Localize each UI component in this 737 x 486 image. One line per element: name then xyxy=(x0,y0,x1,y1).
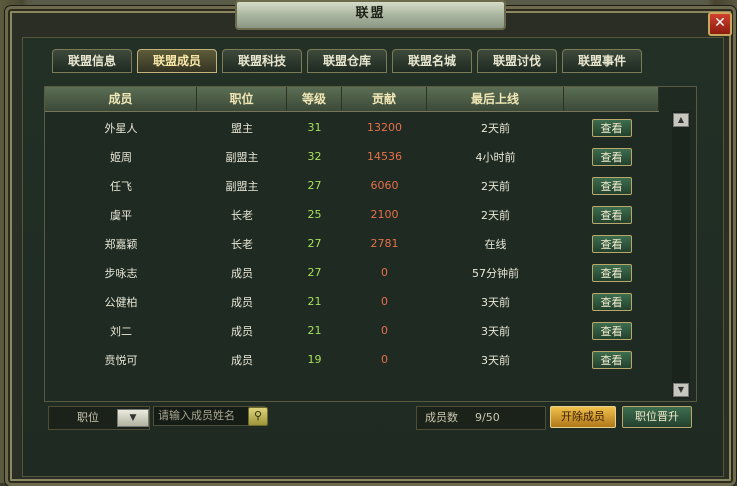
view-button[interactable]: 查看 xyxy=(591,292,632,311)
table-row: 外星人 盟主 31 13200 2天前 查看 xyxy=(45,113,675,142)
member-level: 27 xyxy=(307,179,322,192)
member-level: 19 xyxy=(307,353,322,366)
member-position: 副盟主 xyxy=(225,150,259,164)
scrollbar[interactable]: ▲ ▼ xyxy=(672,111,690,399)
member-name: 公健柏 xyxy=(104,295,138,309)
tab-alliance-members[interactable]: 联盟成员 xyxy=(137,49,217,73)
member-contribution: 14536 xyxy=(367,150,402,163)
member-name: 贲悦可 xyxy=(104,353,138,367)
header-member[interactable]: 成员 xyxy=(45,87,197,111)
member-last-online: 2天前 xyxy=(481,179,510,193)
member-level: 25 xyxy=(307,208,322,221)
member-level: 27 xyxy=(307,237,322,250)
position-filter: 职位 ▼ xyxy=(48,406,150,430)
view-button[interactable]: 查看 xyxy=(591,350,632,369)
member-contribution: 6060 xyxy=(370,179,399,192)
member-name: 外星人 xyxy=(104,121,138,135)
member-contribution: 0 xyxy=(381,353,388,366)
chevron-down-icon[interactable]: ▼ xyxy=(117,409,149,427)
tab-alliance-tech[interactable]: 联盟科技 xyxy=(222,49,302,73)
table-row: 郑嘉颖 长老 27 2781 在线 查看 xyxy=(45,229,675,258)
close-icon[interactable]: ✕ xyxy=(708,12,732,36)
member-last-online: 3天前 xyxy=(481,353,510,367)
view-button[interactable]: 查看 xyxy=(591,147,632,166)
member-last-online: 在线 xyxy=(484,237,507,251)
tab-alliance-warehouse[interactable]: 联盟仓库 xyxy=(307,49,387,73)
member-contribution: 0 xyxy=(381,295,388,308)
table-row: 公健柏 成员 21 0 3天前 查看 xyxy=(45,287,675,316)
member-last-online: 3天前 xyxy=(481,324,510,338)
table-row: 刘二 成员 21 0 3天前 查看 xyxy=(45,316,675,345)
member-position: 盟主 xyxy=(231,121,253,135)
view-button[interactable]: 查看 xyxy=(591,234,632,253)
tab-alliance-events[interactable]: 联盟事件 xyxy=(562,49,642,73)
tab-alliance-crusade[interactable]: 联盟讨伐 xyxy=(477,49,557,73)
member-last-online: 2天前 xyxy=(481,121,510,135)
member-position: 长老 xyxy=(231,237,253,251)
member-position: 副盟主 xyxy=(225,179,259,193)
member-count: 成员数 9/50 xyxy=(416,406,546,430)
scroll-up-arrow-icon[interactable]: ▲ xyxy=(673,113,689,127)
bottom-bar: 职位 ▼ ⚲ 成员数 9/50 开除成员 职位晋升 xyxy=(44,404,695,430)
table-row: 步咏志 成员 27 0 57分钟前 查看 xyxy=(45,258,675,287)
member-position: 成员 xyxy=(231,353,253,367)
member-level: 27 xyxy=(307,266,322,279)
member-last-online: 2天前 xyxy=(481,208,510,222)
member-contribution: 2100 xyxy=(370,208,399,221)
member-position: 成员 xyxy=(231,295,253,309)
view-button[interactable]: 查看 xyxy=(591,176,632,195)
kick-member-button[interactable]: 开除成员 xyxy=(550,406,616,428)
scroll-down-arrow-icon[interactable]: ▼ xyxy=(673,383,689,397)
member-contribution: 2781 xyxy=(370,237,399,250)
window-title: 联盟 xyxy=(235,0,506,30)
table-header: 成员 职位 等级 贡献 最后上线 xyxy=(45,87,659,112)
tab-alliance-cities[interactable]: 联盟名城 xyxy=(392,49,472,73)
member-level: 21 xyxy=(307,324,322,337)
header-position[interactable]: 职位 xyxy=(197,87,287,111)
member-name: 姬周 xyxy=(110,150,132,164)
member-count-value: 9/50 xyxy=(475,411,500,424)
member-position: 成员 xyxy=(231,266,253,280)
member-name: 虞平 xyxy=(110,208,132,222)
view-button[interactable]: 查看 xyxy=(591,118,632,137)
header-contribution[interactable]: 贡献 xyxy=(342,87,427,111)
member-level: 32 xyxy=(307,150,322,163)
position-filter-label: 职位 xyxy=(77,411,99,424)
table-body: 外星人 盟主 31 13200 2天前 查看 姬周 副盟主 32 14536 4… xyxy=(45,113,675,374)
header-level[interactable]: 等级 xyxy=(287,87,342,111)
tab-alliance-info[interactable]: 联盟信息 xyxy=(52,49,132,73)
view-button[interactable]: 查看 xyxy=(591,321,632,340)
member-name: 任飞 xyxy=(110,179,132,193)
members-table: 成员 职位 等级 贡献 最后上线 外星人 盟主 31 13200 2天前 查看 … xyxy=(44,86,697,402)
member-last-online: 57分钟前 xyxy=(472,266,519,280)
member-level: 31 xyxy=(307,121,322,134)
table-row: 姬周 副盟主 32 14536 4小时前 查看 xyxy=(45,142,675,171)
member-last-online: 3天前 xyxy=(481,295,510,309)
tab-bar: 联盟信息 联盟成员 联盟科技 联盟仓库 联盟名城 联盟讨伐 联盟事件 xyxy=(52,49,642,73)
member-last-online: 4小时前 xyxy=(475,150,516,164)
member-name: 刘二 xyxy=(110,324,132,338)
member-name: 步咏志 xyxy=(104,266,138,280)
member-contribution: 13200 xyxy=(367,121,402,134)
member-contribution: 0 xyxy=(381,266,388,279)
member-position: 成员 xyxy=(231,324,253,338)
view-button[interactable]: 查看 xyxy=(591,263,632,282)
header-action xyxy=(564,87,659,111)
view-button[interactable]: 查看 xyxy=(591,205,632,224)
table-row: 虞平 长老 25 2100 2天前 查看 xyxy=(45,200,675,229)
member-name: 郑嘉颖 xyxy=(104,237,138,251)
member-contribution: 0 xyxy=(381,324,388,337)
search-icon[interactable]: ⚲ xyxy=(248,407,268,426)
member-level: 21 xyxy=(307,295,322,308)
member-count-label: 成员数 xyxy=(425,411,458,424)
table-row: 任飞 副盟主 27 6060 2天前 查看 xyxy=(45,171,675,200)
header-last-online[interactable]: 最后上线 xyxy=(427,87,564,111)
promote-position-button[interactable]: 职位晋升 xyxy=(622,406,692,428)
member-position: 长老 xyxy=(231,208,253,222)
table-row: 贲悦可 成员 19 0 3天前 查看 xyxy=(45,345,675,374)
